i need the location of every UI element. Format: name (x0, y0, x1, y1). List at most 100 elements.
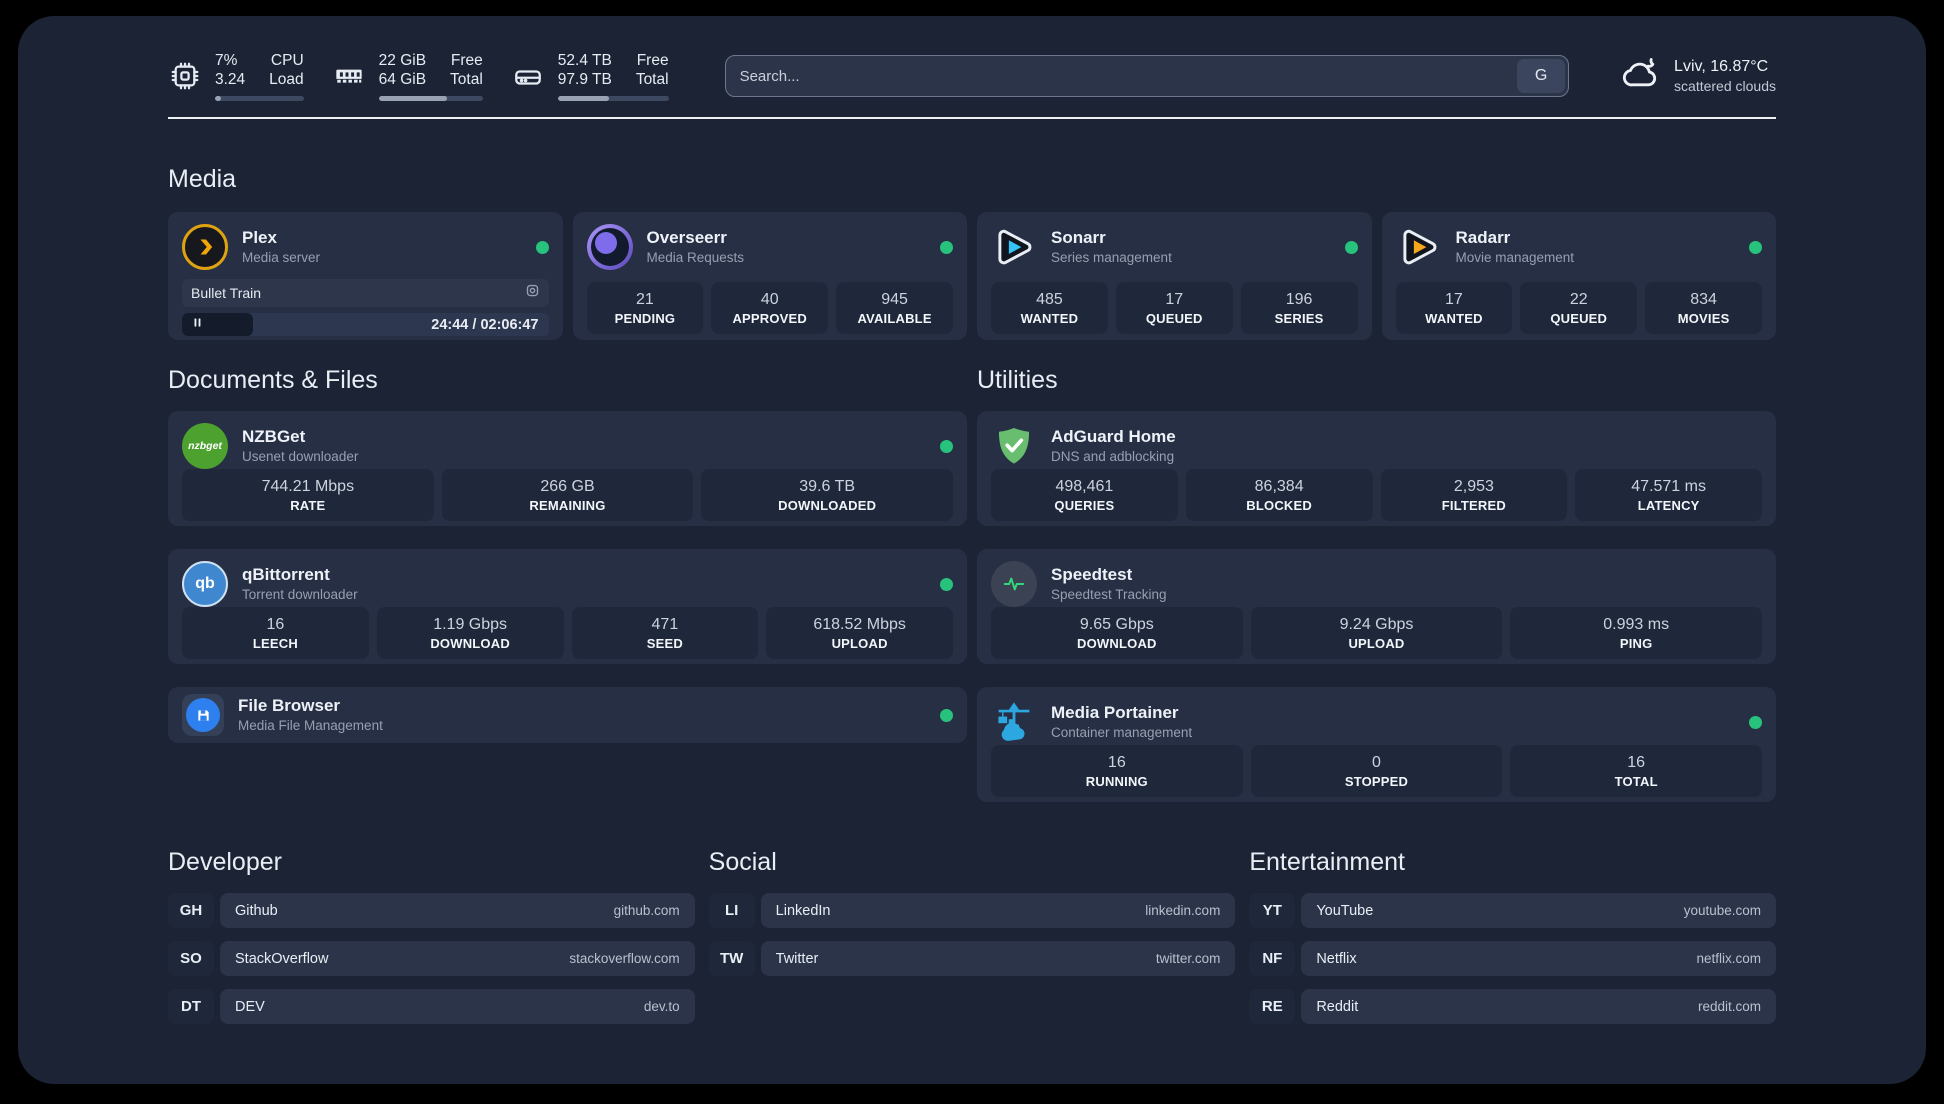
bookmark-url: reddit.com (1697, 999, 1761, 1014)
stat-tile: 39.6 TB DOWNLOADED (701, 469, 953, 521)
app-card-sonarr[interactable]: Sonarr Series management 485 WANTED 17 Q… (977, 212, 1372, 340)
app-name: Plex (242, 228, 277, 247)
stat-tile: 16 RUNNING (991, 745, 1243, 797)
stat-tile: 0.993 ms PING (1510, 607, 1762, 659)
bookmark-abbr: LI (708, 893, 755, 928)
cpu-icon (168, 59, 202, 93)
utilities-column: Utilities AdGuard Home DNS and adblockin… (977, 340, 1776, 802)
bookmark-url: netflix.com (1696, 951, 1761, 966)
app-name: Radarr (1455, 228, 1511, 247)
nzbget-icon: nzbget (182, 423, 228, 469)
stat-label: AVAILABLE (857, 310, 932, 326)
bookmark-abbr: NF (1249, 941, 1296, 976)
search-bar: G (724, 55, 1570, 97)
section-title-utilities: Utilities (977, 366, 1058, 394)
disk-icon (511, 59, 545, 93)
app-name: AdGuard Home (1051, 427, 1176, 446)
ram-total-label: Total (450, 71, 483, 88)
bookmark-twitter[interactable]: TW Twitter twitter.com (708, 941, 1236, 976)
bookmark-abbr: SO (168, 941, 214, 976)
bookmark-group-developer: Developer GH Github github.com SO StackO… (168, 848, 695, 1024)
stat-label: REMAINING (529, 497, 606, 513)
stat-value: 47.571 ms (1631, 477, 1706, 495)
dashboard-panel: 7% 3.24 CPU Load 22 GiB 64 GiB Free Tota… (18, 16, 1926, 1084)
stat-label: SERIES (1274, 310, 1324, 326)
stat-label: QUERIES (1054, 497, 1115, 513)
stat-label: APPROVED (732, 310, 808, 326)
speedtest-icon (991, 561, 1037, 607)
app-subtitle: Media server (242, 250, 321, 265)
section-title-developer: Developer (168, 848, 282, 876)
app-subtitle: Media Requests (646, 250, 745, 265)
bookmark-netflix[interactable]: NF Netflix netflix.com (1249, 941, 1776, 976)
stat-value: 196 (1285, 290, 1313, 308)
stat-tiles: 17 WANTED 22 QUEUED 834 MOVIES (1395, 282, 1762, 334)
app-subtitle: Usenet downloader (242, 449, 359, 464)
stat-value: 16 (266, 615, 285, 633)
disk-total-label: Total (635, 71, 669, 88)
stat-tiles: 498,461 QUERIES 86,384 BLOCKED 2,953 FIL… (991, 469, 1762, 521)
bookmark-name: LinkedIn (775, 902, 831, 919)
app-card-portainer[interactable]: Media Portainer Container management 16 … (977, 687, 1776, 802)
weather-location: Lviv, 16.87°C (1674, 58, 1769, 75)
now-playing-row: Bullet Train (182, 279, 549, 307)
stat-label: DOWNLOADED (778, 497, 877, 513)
disk-stat: 52.4 TB 97.9 TB Free Total (511, 51, 669, 101)
stat-tile: 2,953 FILTERED (1380, 469, 1568, 521)
pause-icon[interactable] (191, 316, 204, 334)
documents-column: Documents & Files nzbget NZBGet Usenet d… (168, 340, 967, 802)
app-subtitle: Torrent downloader (242, 587, 358, 602)
bookmark-reddit[interactable]: RE Reddit reddit.com (1249, 989, 1776, 1024)
stat-label: QUEUED (1145, 310, 1203, 326)
app-name: File Browser (238, 696, 341, 715)
search-engine-button[interactable]: G (1517, 59, 1566, 93)
stat-tiles: 9.65 Gbps DOWNLOAD 9.24 Gbps UPLOAD 0.99… (991, 607, 1762, 659)
stat-value: 498,461 (1055, 477, 1114, 495)
disk-free-value: 52.4 TB (557, 52, 612, 69)
app-card-qbittorrent[interactable]: qb qBittorrent Torrent downloader 16 LEE… (168, 549, 967, 664)
stat-tile: 16 TOTAL (1510, 745, 1762, 797)
bookmark-name: Github (235, 902, 278, 919)
stat-tile: 1.19 Gbps DOWNLOAD (376, 607, 564, 659)
stat-tile: 22 QUEUED (1520, 282, 1638, 334)
status-dot (940, 439, 953, 453)
ram-stat: 22 GiB 64 GiB Free Total (332, 51, 483, 101)
bookmark-abbr: RE (1249, 989, 1296, 1024)
app-card-nzbget[interactable]: nzbget NZBGet Usenet downloader 744.21 M… (168, 411, 967, 526)
bookmark-stackoverflow[interactable]: SO StackOverflow stackoverflow.com (168, 941, 695, 976)
bookmark-bar: YouTube youtube.com (1301, 893, 1776, 928)
app-card-filebrowser[interactable]: File Browser Media File Management (168, 687, 967, 743)
bookmark-linkedin[interactable]: LI LinkedIn linkedin.com (708, 893, 1236, 928)
stat-tiles: 16 LEECH 1.19 Gbps DOWNLOAD 471 SEED 618… (182, 607, 953, 659)
bookmark-url: linkedin.com (1145, 903, 1221, 918)
sonarr-icon (991, 224, 1037, 270)
stat-label: DOWNLOAD (1077, 635, 1157, 651)
app-name: Speedtest (1051, 565, 1133, 584)
bookmark-dev[interactable]: DT DEV dev.to (168, 989, 695, 1024)
bookmarks: Developer GH Github github.com SO StackO… (168, 848, 1776, 1024)
stat-tile: 485 WANTED (991, 282, 1108, 334)
bookmark-url: twitter.com (1155, 951, 1221, 966)
stat-tiles: 485 WANTED 17 QUEUED 196 SERIES (991, 282, 1358, 334)
stat-value: 9.24 Gbps (1339, 615, 1414, 633)
app-card-adguard[interactable]: AdGuard Home DNS and adblocking 498,461 … (977, 411, 1776, 526)
playback-progress-bar[interactable]: 24:44 / 02:06:47 (182, 313, 549, 336)
bookmark-youtube[interactable]: YT YouTube youtube.com (1249, 893, 1776, 928)
stat-value: 744.21 Mbps (261, 477, 355, 495)
stat-tile: 266 GB REMAINING (441, 469, 694, 521)
search-input[interactable] (725, 56, 1515, 96)
section-title-documents: Documents & Files (168, 366, 378, 394)
stat-label: RUNNING (1085, 773, 1148, 789)
app-card-overseerr[interactable]: Overseerr Media Requests 21 PENDING 40 A… (572, 212, 967, 340)
app-card-plex[interactable]: Plex Media server Bullet Train 24:44 / 0… (168, 212, 563, 340)
app-card-radarr[interactable]: Radarr Movie management 17 WANTED 22 QUE… (1381, 212, 1776, 340)
stat-value: 2,953 (1453, 477, 1494, 495)
app-card-speedtest[interactable]: Speedtest Speedtest Tracking 9.65 Gbps D… (977, 549, 1776, 664)
stat-tile: 0 STOPPED (1250, 745, 1503, 797)
app-subtitle: DNS and adblocking (1051, 449, 1175, 464)
stat-tile: 21 PENDING (586, 282, 704, 334)
bookmark-github[interactable]: GH Github github.com (168, 893, 695, 928)
bookmark-abbr: YT (1249, 893, 1296, 928)
stat-label: QUEUED (1550, 310, 1608, 326)
ram-free-value: 22 GiB (378, 52, 427, 69)
